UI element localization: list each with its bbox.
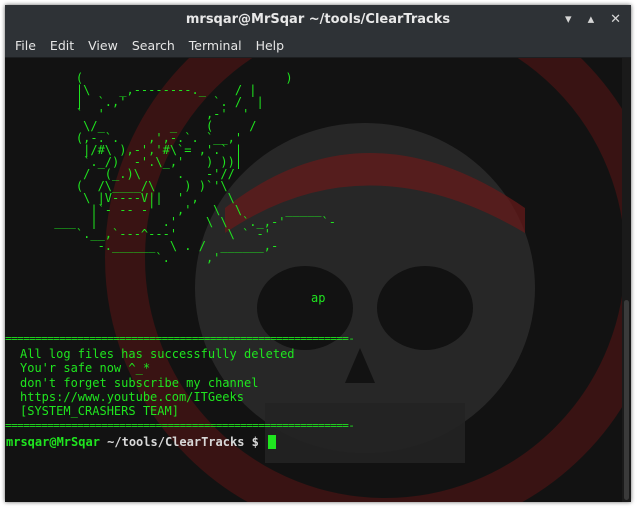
menu-search[interactable]: Search: [125, 38, 182, 53]
separator-bottom: ========================================…: [5, 419, 355, 432]
scrollbar[interactable]: [622, 58, 631, 502]
shell-prompt[interactable]: mrsqar@MrSqar ~/tools/ClearTracks $: [6, 435, 277, 449]
close-icon[interactable]: ✕: [610, 13, 621, 26]
ascii-art-logo: ( ) |\ _,--------._ / | | `.,' `. / | ` …: [54, 71, 336, 265]
prompt-user: mrsqar@MrSqar: [6, 435, 100, 449]
menu-help[interactable]: Help: [249, 38, 292, 53]
menu-terminal[interactable]: Terminal: [182, 38, 249, 53]
output-line: don't forget subscribe my channel: [20, 376, 259, 390]
ascii-art-caption: ap: [311, 291, 326, 305]
output-line: You'r safe now ^_*: [20, 361, 151, 375]
output-line: All log files has successfully deleted: [20, 347, 295, 361]
menu-edit[interactable]: Edit: [43, 38, 81, 53]
title-bar[interactable]: mrsqar@MrSqar ~/tools/ClearTracks ▾ ▴ ✕: [5, 5, 631, 33]
maximize-icon[interactable]: ▴: [588, 13, 595, 26]
terminal-area[interactable]: ( ) |\ _,--------._ / | | `.,' `. / | ` …: [5, 58, 631, 502]
scrollbar-thumb[interactable]: [624, 300, 629, 500]
menu-bar: File Edit View Search Terminal Help: [5, 33, 631, 58]
prompt-path: ~/tools/ClearTracks $: [99, 435, 267, 449]
window-title: mrsqar@MrSqar ~/tools/ClearTracks: [185, 11, 451, 27]
minimize-icon[interactable]: ▾: [565, 13, 572, 26]
separator-top: ========================================…: [5, 332, 355, 345]
window-controls: ▾ ▴ ✕: [565, 5, 621, 33]
terminal-window: mrsqar@MrSqar ~/tools/ClearTracks ▾ ▴ ✕ …: [5, 5, 631, 502]
output-line: [SYSTEM_CRASHERS TEAM]: [20, 404, 179, 418]
menu-view[interactable]: View: [81, 38, 125, 53]
output-line: https://www.youtube.com/ITGeeks: [20, 390, 244, 404]
menu-file[interactable]: File: [8, 38, 43, 53]
text-cursor: [268, 435, 277, 449]
